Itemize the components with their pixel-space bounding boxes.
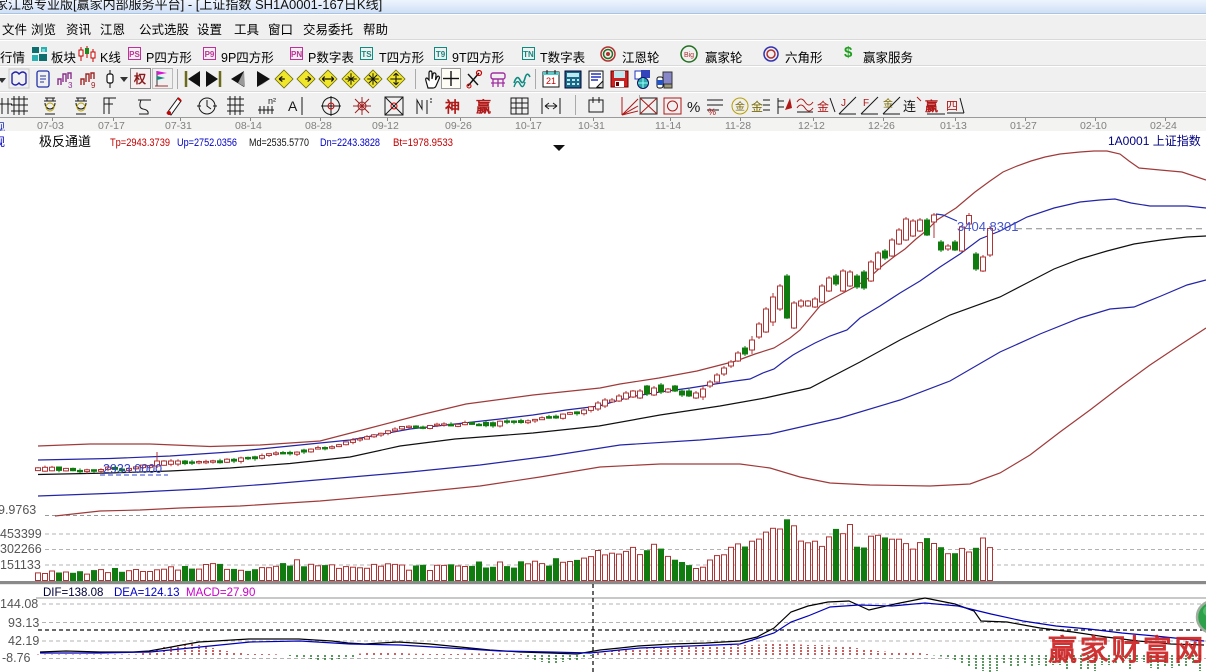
svg-text:2933.0000: 2933.0000 xyxy=(103,462,162,476)
svg-text:21: 21 xyxy=(546,76,556,86)
svg-text:金: 金 xyxy=(735,100,745,113)
svg-text:Tp=2943.3739: Tp=2943.3739 xyxy=(110,137,170,149)
svg-text:连: 连 xyxy=(903,99,916,114)
svg-text:Md=2535.5770: Md=2535.5770 xyxy=(249,137,309,149)
svg-text:9.9763: 9.9763 xyxy=(0,503,36,517)
svg-text:规: 规 xyxy=(0,134,5,149)
svg-text:A: A xyxy=(288,98,298,114)
svg-text:Bt=1978.9533: Bt=1978.9533 xyxy=(393,137,453,149)
svg-text:神: 神 xyxy=(445,98,460,116)
svg-text:Up=2752.0356: Up=2752.0356 xyxy=(177,137,237,149)
svg-text:302266: 302266 xyxy=(0,542,42,556)
svg-text:金: 金 xyxy=(817,99,829,114)
svg-text:四: 四 xyxy=(946,99,958,113)
svg-text:151133: 151133 xyxy=(0,558,41,572)
svg-text:3: 3 xyxy=(68,81,73,90)
svg-text:Big: Big xyxy=(684,52,694,59)
svg-text:%: % xyxy=(687,99,700,116)
svg-text:F: F xyxy=(863,98,869,109)
svg-text:DIF=138.08: DIF=138.08 xyxy=(43,587,103,599)
svg-text:453399: 453399 xyxy=(0,527,42,541)
svg-text:J: J xyxy=(841,98,846,109)
svg-text:93.13: 93.13 xyxy=(8,616,39,630)
svg-text:-8.76: -8.76 xyxy=(2,651,31,665)
svg-text:n²: n² xyxy=(268,96,276,106)
svg-text:Dn=2243.3828: Dn=2243.3828 xyxy=(320,137,380,149)
svg-text:赢家财富网: 赢家财富网 xyxy=(1048,633,1206,667)
svg-text:%: % xyxy=(708,107,716,117)
svg-text:3404.8301: 3404.8301 xyxy=(957,219,1018,234)
svg-text:MACD=27.90: MACD=27.90 xyxy=(186,587,255,599)
svg-text:赢: 赢 xyxy=(925,99,938,114)
svg-text:赢: 赢 xyxy=(476,98,491,116)
svg-text:权: 权 xyxy=(133,71,147,86)
svg-text:1A0001 上证指数: 1A0001 上证指数 xyxy=(1108,133,1201,148)
svg-text:9: 9 xyxy=(91,81,96,90)
svg-text:极反通道: 极反通道 xyxy=(39,134,91,149)
svg-text:42.19: 42.19 xyxy=(8,634,39,648)
svg-text:DEA=124.13: DEA=124.13 xyxy=(114,587,180,599)
svg-text:金: 金 xyxy=(883,97,893,110)
svg-text:金: 金 xyxy=(751,99,763,114)
svg-text:144.08: 144.08 xyxy=(0,597,38,611)
